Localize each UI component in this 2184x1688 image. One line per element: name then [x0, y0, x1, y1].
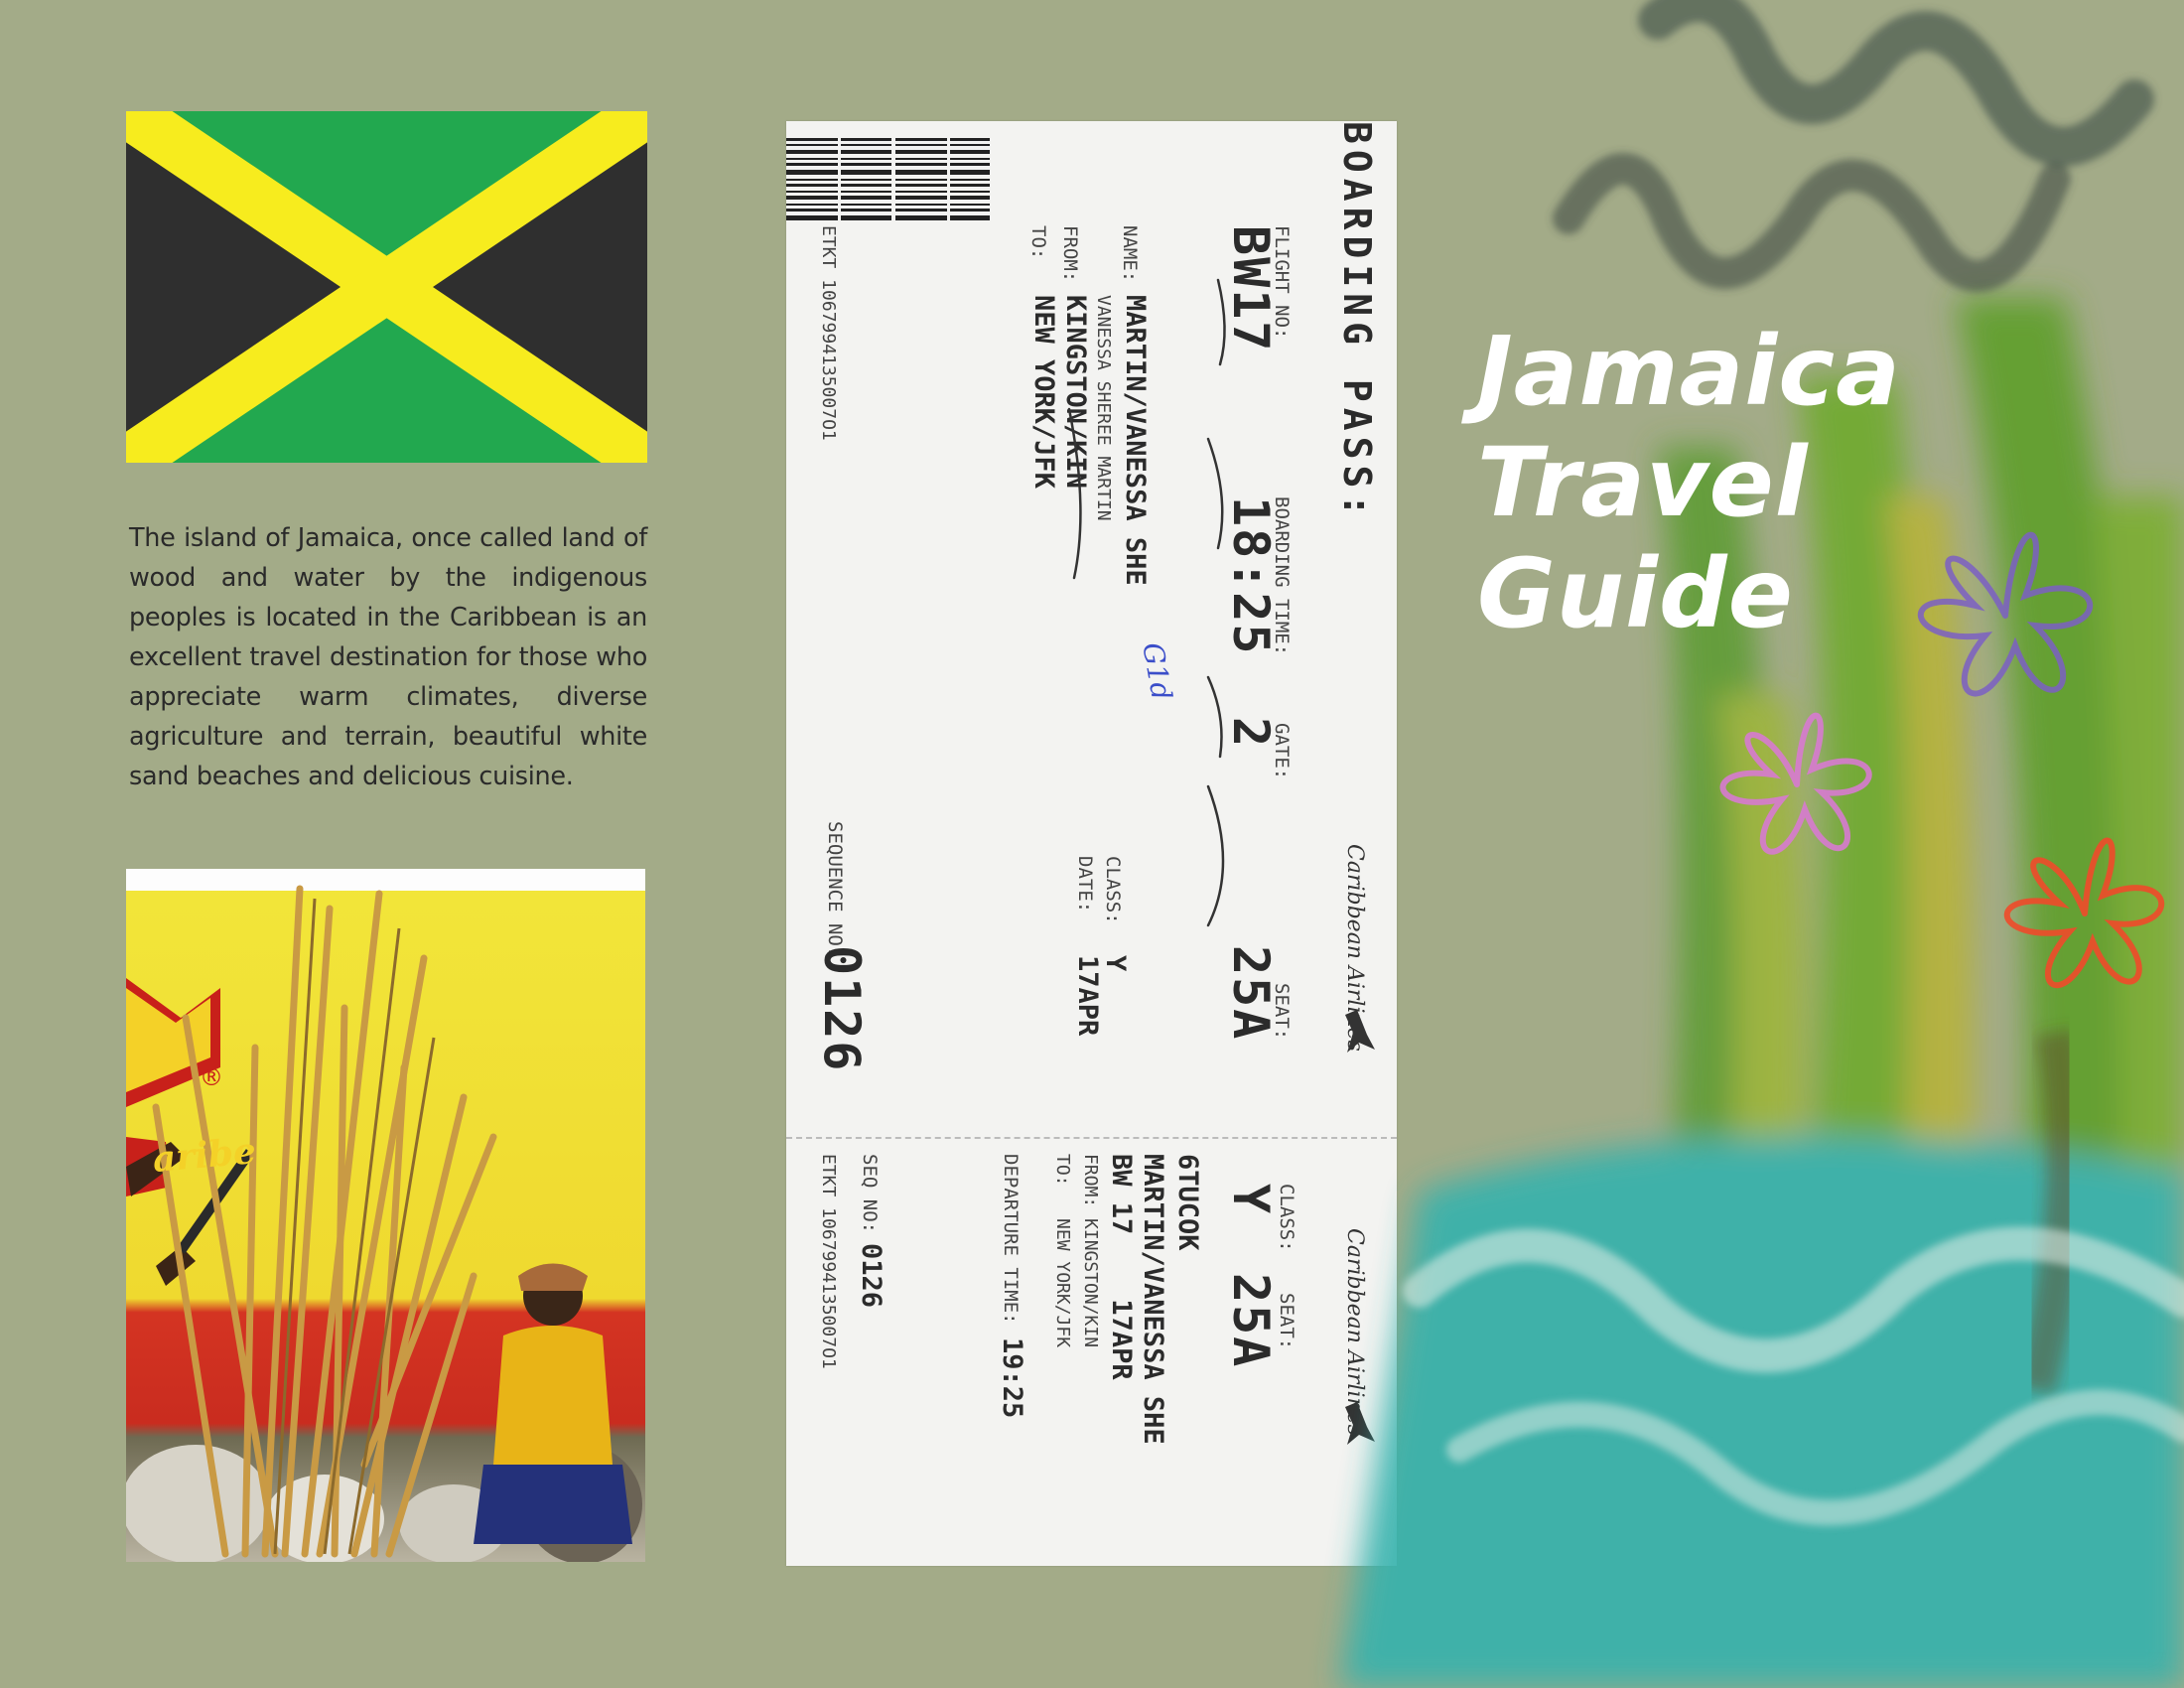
intro-paragraph: The island of Jamaica, once called land … — [129, 523, 647, 791]
stub-departure-time: 19:25 — [997, 1337, 1027, 1419]
stub-booking-code: 6TUCOK — [1172, 1154, 1203, 1251]
painted-artwork — [1340, 0, 2184, 1688]
jamaica-flag — [126, 111, 647, 463]
title-line-2: Travel — [1477, 427, 1809, 538]
stub-seq-label: SEQ NO: — [859, 1154, 881, 1234]
title-line-3: Guide — [1477, 538, 1794, 649]
title-line-1: Jamaica — [1477, 316, 1901, 427]
sugarcane-market-photo: ® aribe — [126, 869, 645, 1562]
to-label: TO: — [1027, 225, 1049, 260]
stub-to: TO: NEW YORK/JFK — [1052, 1154, 1073, 1348]
stub-passenger-name: MARTIN/VANESSA SHE — [1138, 1154, 1168, 1445]
stub-seq-number: 0126 — [856, 1243, 887, 1309]
barcode — [786, 136, 990, 225]
guide-title: Jamaica Travel Guide — [1477, 316, 2122, 649]
stub-ticket-number: ETKT 1067994135007O1 — [818, 1154, 839, 1369]
stub-flight-date: BW 17 17APR — [1106, 1154, 1137, 1380]
sign-registered-mark: ® — [200, 1063, 223, 1091]
stub-from: FROM: KINGSTON/KIN — [1080, 1154, 1101, 1348]
flight-date: 17APR — [1072, 955, 1103, 1037]
pen-check-marks — [1067, 278, 1226, 927]
stub-departure-label: DEPARTURE TIME: — [1000, 1154, 1022, 1325]
